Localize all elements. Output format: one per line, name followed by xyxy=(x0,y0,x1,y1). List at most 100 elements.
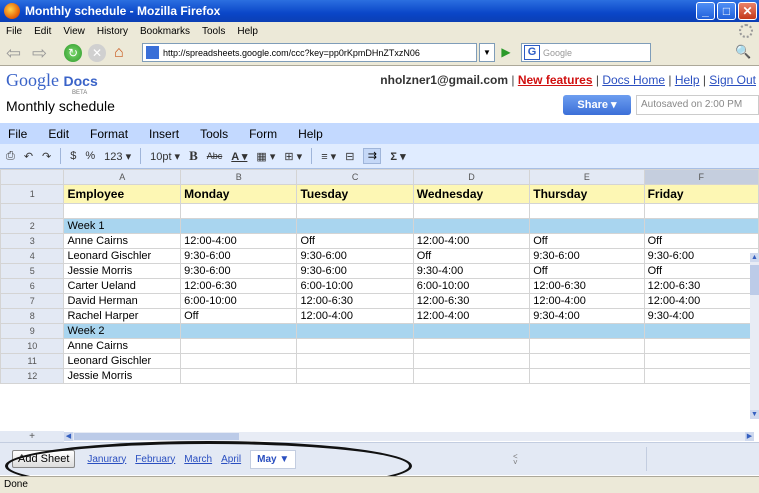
bold-button[interactable]: B xyxy=(189,148,198,164)
currency-button[interactable]: $ xyxy=(70,150,76,162)
search-box[interactable]: G Google xyxy=(521,43,651,62)
url-bar[interactable]: http://spreadsheets.google.com/ccc?key=p… xyxy=(142,43,477,62)
shift-cell[interactable]: 12:00-4:00 xyxy=(643,293,759,309)
row-number[interactable]: 4 xyxy=(0,248,65,264)
scroll-thumb[interactable] xyxy=(750,265,759,295)
shift-cell[interactable]: 9:30-6:00 xyxy=(643,248,759,264)
employee-cell[interactable]: Week 1 xyxy=(63,218,182,234)
shift-cell[interactable] xyxy=(412,353,531,369)
shift-cell[interactable] xyxy=(643,218,759,234)
shift-cell[interactable]: 9:30-6:00 xyxy=(180,248,298,264)
grid-cell[interactable] xyxy=(180,203,298,219)
shift-cell[interactable] xyxy=(643,368,759,384)
grid-cell[interactable] xyxy=(63,203,182,219)
shift-cell[interactable] xyxy=(643,353,759,369)
employee-cell[interactable]: Jessie Morris xyxy=(63,263,182,279)
align-icon[interactable]: ≡ ▾ xyxy=(321,150,336,163)
employee-cell[interactable]: Week 2 xyxy=(63,323,182,339)
shift-cell[interactable] xyxy=(180,323,298,339)
shift-cell[interactable]: Off xyxy=(529,233,645,249)
text-color-icon[interactable]: A ▾ xyxy=(231,150,247,163)
shift-cell[interactable] xyxy=(296,368,414,384)
column-header[interactable]: C xyxy=(296,169,414,185)
row-number[interactable]: 12 xyxy=(0,368,65,384)
grid-cell[interactable] xyxy=(296,203,414,219)
shift-cell[interactable]: Off xyxy=(412,248,531,264)
header-cell[interactable]: Tuesday xyxy=(296,184,414,204)
app-menu-format[interactable]: Format xyxy=(90,127,128,141)
row-number[interactable]: 8 xyxy=(0,308,65,324)
strikethrough-icon[interactable]: Abc xyxy=(207,151,223,161)
document-title[interactable]: Monthly schedule xyxy=(6,98,115,114)
employee-cell[interactable]: Rachel Harper xyxy=(63,308,182,324)
print-icon[interactable]: ⎙ xyxy=(6,150,15,163)
header-cell[interactable]: Friday xyxy=(643,184,759,204)
shift-cell[interactable] xyxy=(529,353,645,369)
shift-cell[interactable]: 12:00-4:00 xyxy=(180,233,298,249)
menu-tools[interactable]: Tools xyxy=(202,26,225,37)
scroll-thumb[interactable] xyxy=(74,433,239,440)
shift-cell[interactable] xyxy=(643,338,759,354)
shift-cell[interactable]: 6:00-10:00 xyxy=(180,293,298,309)
header-cell[interactable]: Monday xyxy=(180,184,298,204)
shift-cell[interactable] xyxy=(529,368,645,384)
row-number[interactable]: 1 xyxy=(0,184,65,204)
row-number[interactable]: 3 xyxy=(0,233,65,249)
shift-cell[interactable] xyxy=(412,218,531,234)
shift-cell[interactable]: 6:00-10:00 xyxy=(296,278,414,294)
shift-cell[interactable]: 12:00-6:30 xyxy=(180,278,298,294)
column-header[interactable]: A xyxy=(63,169,182,185)
row-number[interactable]: 5 xyxy=(0,263,65,279)
forward-icon[interactable]: ⇨ xyxy=(32,44,54,62)
app-menu-help[interactable]: Help xyxy=(298,127,323,141)
shift-cell[interactable]: 12:00-4:00 xyxy=(412,308,531,324)
app-menu-edit[interactable]: Edit xyxy=(48,127,69,141)
shift-cell[interactable] xyxy=(296,353,414,369)
shift-cell[interactable] xyxy=(296,338,414,354)
shift-cell[interactable]: 9:30-4:00 xyxy=(643,308,759,324)
google-search-icon[interactable]: G xyxy=(524,45,540,60)
shift-cell[interactable]: Off xyxy=(296,233,414,249)
shift-cell[interactable]: 12:00-6:30 xyxy=(529,278,645,294)
vertical-scrollbar[interactable]: ▲ ▼ xyxy=(750,253,759,419)
row-number[interactable] xyxy=(0,203,65,219)
shift-cell[interactable] xyxy=(412,338,531,354)
header-cell[interactable]: Thursday xyxy=(529,184,645,204)
search-icon[interactable]: 🔍 xyxy=(735,44,753,62)
shift-cell[interactable]: 12:00-6:30 xyxy=(412,293,531,309)
shift-cell[interactable] xyxy=(412,368,531,384)
column-header[interactable]: B xyxy=(180,169,298,185)
employee-cell[interactable]: Anne Cairns xyxy=(63,233,182,249)
horizontal-scrollbar[interactable]: ◀ ▶ xyxy=(64,432,754,441)
row-number[interactable]: 7 xyxy=(0,293,65,309)
menu-help[interactable]: Help xyxy=(237,26,258,37)
employee-cell[interactable]: Leonard Gischler xyxy=(63,353,182,369)
wrap-text-icon[interactable]: ⇉ xyxy=(363,148,382,164)
column-header[interactable]: E xyxy=(529,169,645,185)
close-button[interactable]: ✕ xyxy=(738,2,757,20)
shift-cell[interactable]: 9:30-6:00 xyxy=(296,248,414,264)
shift-cell[interactable]: Off xyxy=(643,263,759,279)
row-number[interactable]: 9 xyxy=(0,323,65,339)
google-docs-logo[interactable]: Google Docs BETA xyxy=(6,70,98,96)
sum-dropdown[interactable]: Σ ▾ xyxy=(390,150,405,163)
employee-cell[interactable]: Leonard Gischler xyxy=(63,248,182,264)
header-cell[interactable]: Wednesday xyxy=(412,184,531,204)
minimize-button[interactable]: _ xyxy=(696,2,715,20)
home-icon[interactable]: ⌂ xyxy=(114,44,134,62)
grid-cell[interactable] xyxy=(643,203,759,219)
shift-cell[interactable] xyxy=(180,368,298,384)
shift-cell[interactable]: 6:00-10:00 xyxy=(412,278,531,294)
shift-cell[interactable]: 9:30-4:00 xyxy=(412,263,531,279)
shift-cell[interactable]: 12:00-4:00 xyxy=(529,293,645,309)
shift-cell[interactable]: Off xyxy=(643,233,759,249)
menu-view[interactable]: View xyxy=(63,26,85,37)
undo-icon[interactable]: ↶ xyxy=(24,150,33,163)
go-icon[interactable]: ▶ xyxy=(497,43,515,62)
help-link[interactable]: Help xyxy=(675,73,700,87)
stop-icon[interactable]: ✕ xyxy=(88,43,106,62)
shift-cell[interactable] xyxy=(180,218,298,234)
app-menu-file[interactable]: File xyxy=(8,127,27,141)
borders-icon[interactable]: ⊞ ▾ xyxy=(284,150,302,163)
header-cell[interactable]: Employee xyxy=(63,184,182,204)
